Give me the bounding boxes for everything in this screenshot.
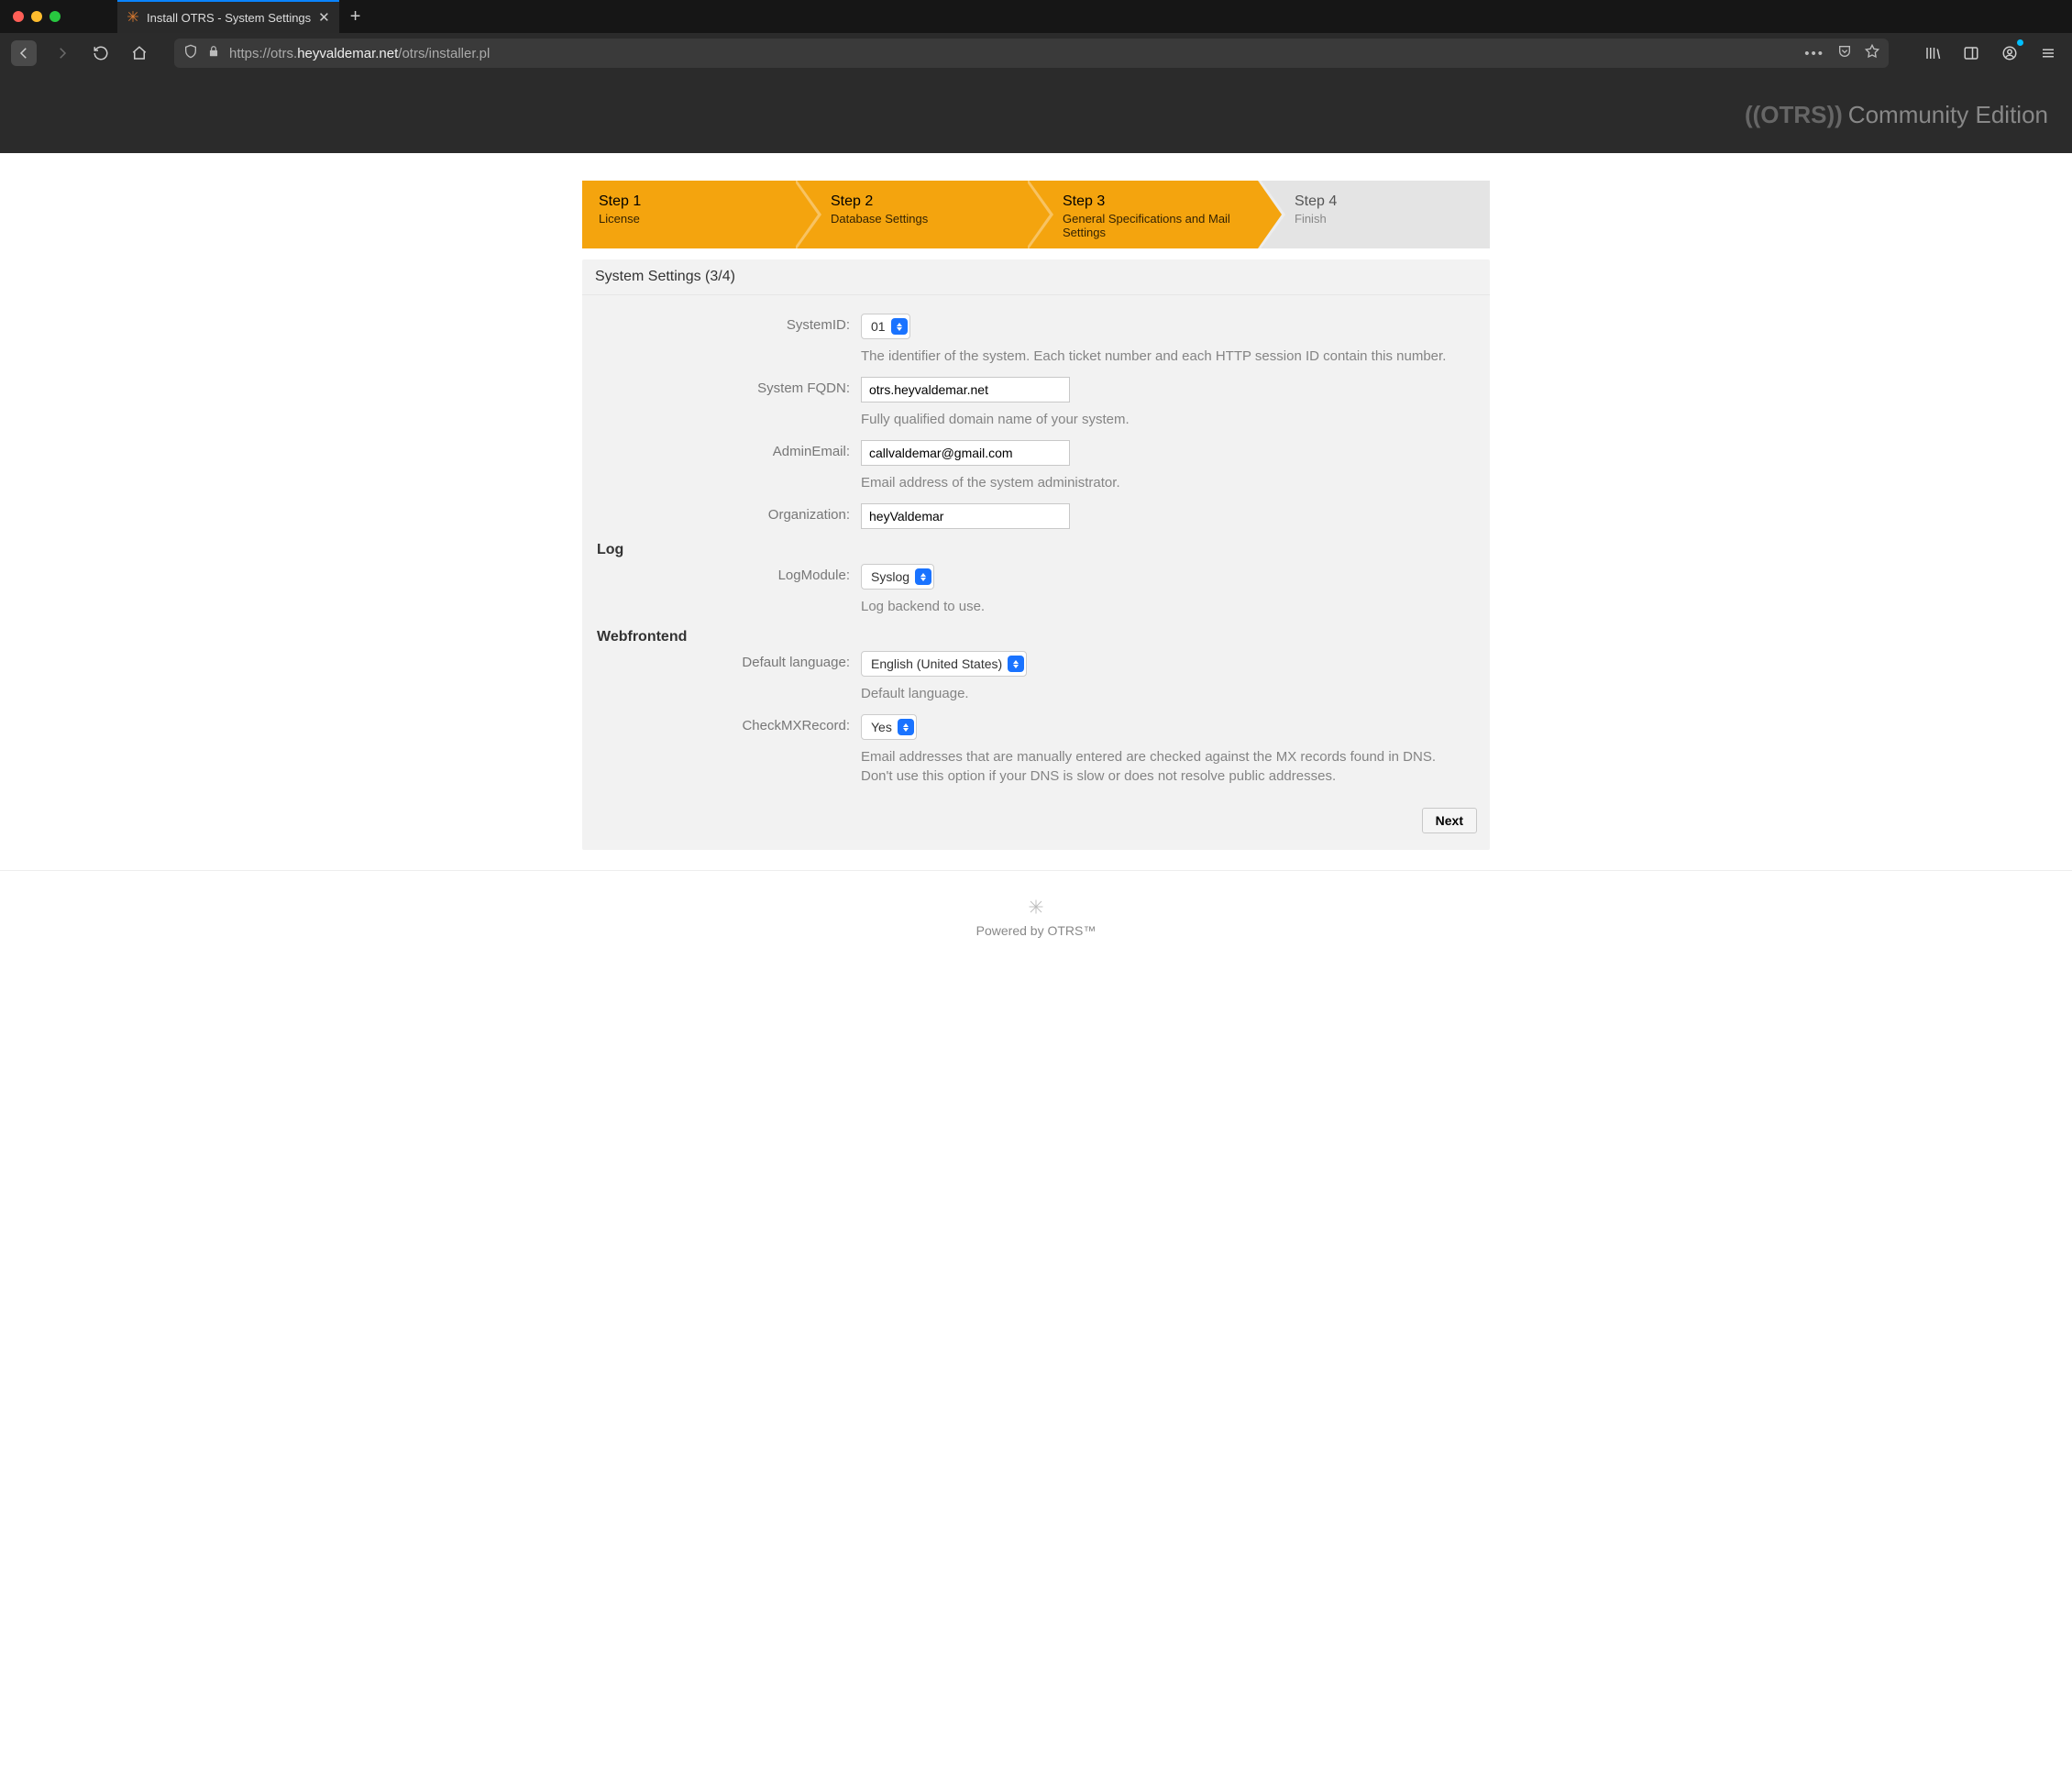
- browser-tab[interactable]: Install OTRS - System Settings ✕: [117, 0, 339, 33]
- footer-text: Powered by OTRS™: [0, 923, 2072, 938]
- next-button[interactable]: Next: [1422, 808, 1477, 833]
- tab-bar: Install OTRS - System Settings ✕ +: [0, 0, 2072, 33]
- footer-star-icon: [0, 899, 2072, 923]
- step-2-database[interactable]: Step 2 Database Settings: [794, 181, 1026, 248]
- address-bar[interactable]: https://otrs.heyvaldemar.net/otrs/instal…: [174, 39, 1889, 68]
- organization-label: Organization:: [595, 503, 861, 529]
- pocket-icon[interactable]: [1837, 44, 1852, 62]
- home-button[interactable]: [127, 40, 152, 66]
- systemid-help: The identifier of the system. Each ticke…: [861, 347, 1448, 366]
- step-3-general[interactable]: Step 3 General Specifications and Mail S…: [1026, 181, 1258, 248]
- webfrontend-section-heading: Webfrontend: [595, 622, 1477, 645]
- browser-toolbar: https://otrs.heyvaldemar.net/otrs/instal…: [0, 33, 2072, 77]
- tab-title: Install OTRS - System Settings: [147, 11, 311, 25]
- logmodule-select[interactable]: Syslog: [861, 564, 934, 590]
- logmodule-help: Log backend to use.: [861, 597, 1448, 616]
- library-icon[interactable]: [1920, 40, 1945, 66]
- adminemail-label: AdminEmail:: [595, 440, 861, 492]
- step-4-finish[interactable]: Step 4 Finish: [1258, 181, 1490, 248]
- step-1-license[interactable]: Step 1 License: [582, 181, 794, 248]
- adminemail-input[interactable]: [861, 440, 1070, 466]
- panel-title: System Settings (3/4): [582, 259, 1490, 295]
- checkmx-help: Email addresses that are manually entere…: [861, 747, 1448, 786]
- tab-favicon-icon: [127, 10, 139, 26]
- systemid-label: SystemID:: [595, 314, 861, 366]
- systemid-select[interactable]: 01: [861, 314, 910, 339]
- lock-icon[interactable]: [207, 45, 220, 61]
- fqdn-input[interactable]: [861, 377, 1070, 402]
- checkmx-select[interactable]: Yes: [861, 714, 917, 740]
- fqdn-help: Fully qualified domain name of your syst…: [861, 410, 1448, 429]
- content-container: Step 1 License Step 2 Database Settings …: [582, 153, 1490, 850]
- tab-close-icon[interactable]: ✕: [318, 9, 330, 26]
- select-toggle-icon: [891, 318, 908, 335]
- language-select[interactable]: English (United States): [861, 651, 1027, 677]
- browser-chrome: Install OTRS - System Settings ✕ +: [0, 0, 2072, 77]
- checkmx-label: CheckMXRecord:: [595, 714, 861, 786]
- fqdn-label: System FQDN:: [595, 377, 861, 429]
- window-maximize-button[interactable]: [50, 11, 61, 22]
- window-controls: [9, 11, 68, 22]
- window-close-button[interactable]: [13, 11, 24, 22]
- select-toggle-icon: [915, 568, 931, 585]
- sidebar-icon[interactable]: [1958, 40, 1984, 66]
- forward-button[interactable]: [50, 40, 75, 66]
- panel-body: SystemID: 01 The identifier of the syste…: [582, 295, 1490, 850]
- reload-button[interactable]: [88, 40, 114, 66]
- back-button[interactable]: [11, 40, 37, 66]
- logmodule-label: LogModule:: [595, 564, 861, 616]
- settings-panel: System Settings (3/4) SystemID: 01 The i…: [582, 259, 1490, 850]
- url-text: https://otrs.heyvaldemar.net/otrs/instal…: [229, 46, 1795, 61]
- install-stepper: Step 1 License Step 2 Database Settings …: [582, 181, 1490, 248]
- app-header: ((OTRS))Community Edition: [0, 77, 2072, 153]
- ellipsis-icon[interactable]: •••: [1804, 46, 1824, 61]
- select-toggle-icon: [898, 719, 914, 735]
- window-minimize-button[interactable]: [31, 11, 42, 22]
- adminemail-help: Email address of the system administrato…: [861, 473, 1448, 492]
- menu-icon[interactable]: [2035, 40, 2061, 66]
- language-help: Default language.: [861, 684, 1448, 703]
- new-tab-button[interactable]: +: [339, 6, 372, 28]
- bookmark-star-icon[interactable]: [1865, 44, 1879, 62]
- select-toggle-icon: [1008, 656, 1024, 672]
- shield-icon[interactable]: [183, 44, 198, 62]
- page-footer: Powered by OTRS™: [0, 870, 2072, 965]
- language-label: Default language:: [595, 651, 861, 703]
- log-section-heading: Log: [595, 535, 1477, 558]
- account-icon[interactable]: [1997, 40, 2022, 66]
- page-body: Step 1 License Step 2 Database Settings …: [0, 153, 2072, 1002]
- organization-input[interactable]: [861, 503, 1070, 529]
- brand-logo: ((OTRS))Community Edition: [1745, 101, 2048, 129]
